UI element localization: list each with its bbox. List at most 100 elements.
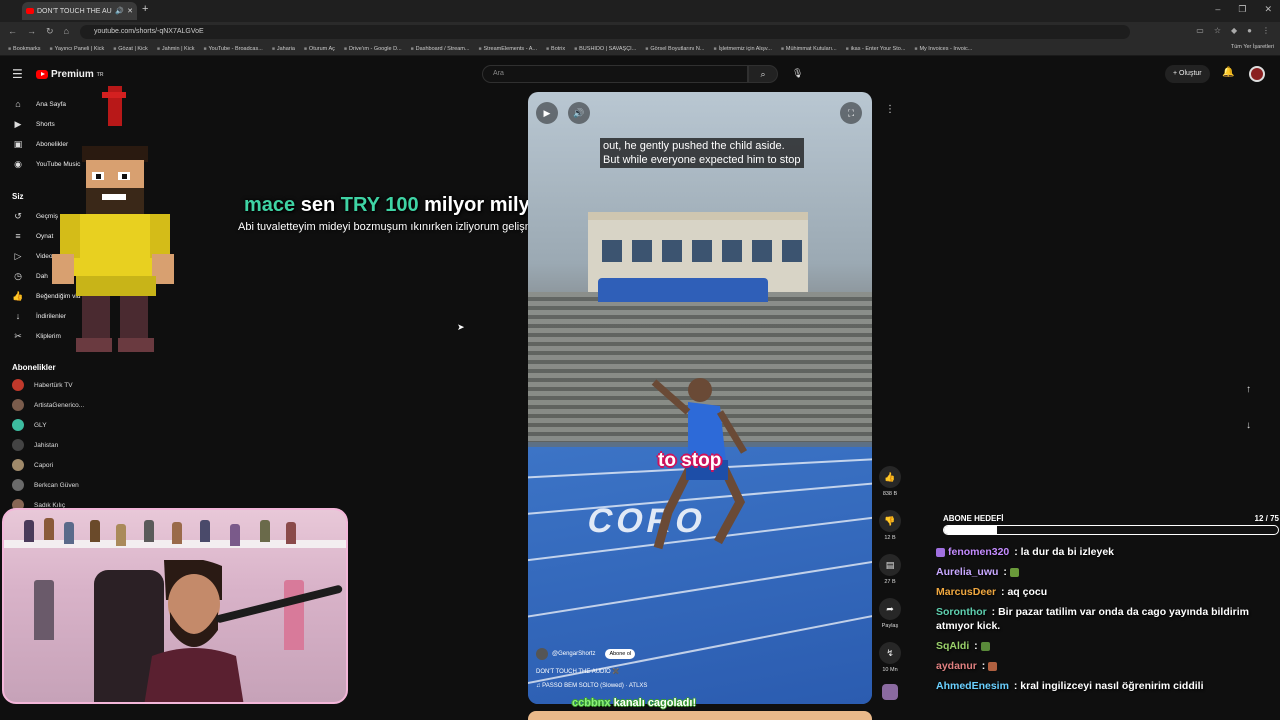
sidebar-subscription[interactable]: Berkcan Güven: [12, 478, 79, 492]
all-bookmarks[interactable]: Tüm Yer İşaretleri: [1231, 44, 1274, 50]
bookmark-item[interactable]: Dashboard / Stream...: [411, 46, 470, 52]
address-bar[interactable]: youtube.com/shorts/-qNX7ALGVoE: [80, 25, 1130, 39]
subscribe-button[interactable]: Abone ol: [605, 649, 636, 659]
create-button[interactable]: + Oluştur: [1165, 65, 1210, 83]
subscriber-goal: ABONE HEDEFİ 12 / 75: [943, 514, 1279, 535]
chat-username: aydanur: [936, 660, 977, 672]
sidebar-item-label: Dah: [36, 272, 48, 280]
remix-icon: ↯: [879, 642, 901, 664]
subscription-avatar: [12, 459, 24, 471]
youtube-favicon-icon: [26, 8, 34, 14]
dislike-button[interactable]: 👎 12 B: [878, 510, 902, 541]
play-button[interactable]: ▶: [536, 102, 558, 124]
audio-source-button[interactable]: [878, 684, 902, 700]
hamburger-menu-icon[interactable]: ☰: [12, 67, 23, 81]
speaker-icon[interactable]: 🔊: [115, 7, 124, 15]
youtube-logo[interactable]: Premium TR: [36, 69, 103, 80]
audio-source-icon: [882, 684, 898, 700]
browser-tab[interactable]: DON'T TOUCH THE AUDIO 🔊 ✕: [22, 2, 137, 20]
bookmark-item[interactable]: Mühimmat Kutuları...: [781, 46, 837, 52]
volume-button[interactable]: 🔊: [568, 102, 590, 124]
new-tab-icon[interactable]: +: [142, 3, 148, 15]
shorts-video-player[interactable]: CORO ▶ 🔊 ⛶ out, he gently pushed the chi…: [528, 92, 872, 704]
back-icon[interactable]: ←: [8, 26, 17, 37]
bookmark-item[interactable]: Jahmin | Kick: [157, 46, 195, 52]
sub-alert-overlay: ccbbnx kanalı cagoladı!: [572, 697, 696, 709]
voice-search-icon[interactable]: 🎙: [792, 68, 803, 79]
account-avatar[interactable]: [1249, 66, 1265, 82]
search-input[interactable]: Ara: [482, 65, 748, 83]
remix-count: 10 Mn: [882, 667, 898, 673]
close-tab-icon[interactable]: ✕: [127, 7, 133, 15]
bookmark-item[interactable]: İşletmemiz için Alışv...: [713, 46, 771, 52]
bookmark-item[interactable]: Drive'ım - Google D...: [344, 46, 402, 52]
bookmark-item[interactable]: Yayıncı Paneli | Kick: [50, 46, 105, 52]
goal-count: 12 / 75: [1254, 514, 1279, 523]
sub-alert-text: kanalı cagoladı!: [613, 697, 697, 709]
bookmark-item[interactable]: StreamElements - A...: [478, 46, 538, 52]
sidebar-you-header[interactable]: Siz: [12, 192, 24, 201]
burned-subtitle: to stop: [658, 450, 722, 471]
sidebar-item[interactable]: ▶ Shorts: [12, 117, 55, 131]
video-title[interactable]: DON'T TOUCH THE AUDIO ✖️: [536, 668, 647, 675]
sidebar-subscription[interactable]: GLY: [12, 418, 47, 432]
home-icon[interactable]: ⌂: [64, 26, 69, 37]
bookmark-item[interactable]: ikas - Enter Your Sto...: [846, 46, 906, 52]
sidebar-subscription[interactable]: Habertürk TV: [12, 378, 73, 392]
subscription-avatar: [12, 419, 24, 431]
menu-dots-icon[interactable]: ⋮: [1262, 26, 1270, 35]
like-button[interactable]: 👍 838 B: [878, 466, 902, 497]
chat-separator: :: [988, 606, 999, 618]
forward-icon[interactable]: →: [27, 26, 36, 37]
next-short-icon[interactable]: ↓: [1246, 420, 1251, 431]
chat-separator: :: [971, 640, 981, 652]
fullscreen-button[interactable]: ⛶: [840, 102, 862, 124]
maximize-icon[interactable]: ❐: [1238, 4, 1246, 15]
sidebar-item-label: Oynat: [36, 232, 54, 240]
browser-toolbar: ← → ↻ ⌂ youtube.com/shorts/-qNX7ALGVoE ▭…: [0, 22, 1280, 42]
next-short-preview[interactable]: [528, 711, 872, 720]
bookmark-item[interactable]: My Invoices - Invoic...: [914, 46, 972, 52]
bookmark-star-icon[interactable]: ☆: [1214, 26, 1221, 35]
bookmark-item[interactable]: Görsel Boyutlarını N...: [645, 46, 704, 52]
bookmark-item[interactable]: Gözat | Kick: [113, 46, 148, 52]
chat-separator: :: [1010, 680, 1021, 692]
bookmark-item[interactable]: Oturum Aç: [304, 46, 335, 52]
sidebar-subscription[interactable]: Jahistan: [12, 438, 58, 452]
previous-short-icon[interactable]: ↑: [1246, 384, 1251, 395]
logo-text: Premium: [51, 69, 94, 80]
bookmark-item[interactable]: BUSHIDO | SAVAŞÇI...: [574, 46, 636, 52]
notifications-bell-icon[interactable]: 🔔: [1222, 67, 1234, 78]
subscription-name: GLY: [34, 421, 47, 429]
minimize-icon[interactable]: –: [1215, 4, 1220, 15]
close-window-icon[interactable]: ✕: [1264, 4, 1272, 15]
subscription-avatar: [12, 439, 24, 451]
channel-name[interactable]: @GengarShortz: [552, 651, 595, 657]
remix-button[interactable]: ↯ 10 Mn: [878, 642, 902, 673]
sidebar-you-item[interactable]: ◷ Dah: [12, 269, 48, 283]
comments-button[interactable]: ▤ 27 B: [878, 554, 902, 585]
profile-icon[interactable]: ●: [1247, 26, 1252, 35]
window-controls: – ❐ ✕: [1215, 4, 1272, 15]
channel-avatar[interactable]: [536, 648, 548, 660]
share-button[interactable]: ➦ Paylaş: [878, 598, 902, 629]
sidebar-subscription[interactable]: Capori: [12, 458, 53, 472]
bookmark-item[interactable]: Botrix: [546, 46, 565, 52]
chat-emote-icon: [980, 641, 990, 651]
dislike-count: 12 B: [884, 535, 896, 541]
cast-icon[interactable]: ▭: [1196, 26, 1204, 35]
sidebar-you-item[interactable]: ≡ Oynat: [12, 229, 53, 243]
bookmark-item[interactable]: Jaharia: [272, 46, 295, 52]
bookmark-item[interactable]: YouTube - Broadcas...: [203, 46, 262, 52]
bookmark-item[interactable]: Bookmarks: [8, 46, 41, 52]
sidebar-item-icon: ▷: [14, 250, 22, 261]
more-options-icon[interactable]: ⋮: [882, 104, 898, 120]
video-music[interactable]: ♫ PASSO BEM SOLTO (Slowed) · ATLXS: [536, 683, 647, 689]
reload-icon[interactable]: ↻: [46, 26, 54, 37]
sidebar-item-label: Video: [36, 252, 53, 260]
sidebar-subscription[interactable]: ArtistaGenerico...: [12, 398, 84, 412]
extension-icon[interactable]: ◆: [1231, 26, 1237, 35]
search-button[interactable]: ⌕: [748, 65, 778, 83]
sidebar-you-item[interactable]: ▷ Video: [12, 249, 53, 263]
chat-text: aq çocu: [1007, 586, 1048, 598]
